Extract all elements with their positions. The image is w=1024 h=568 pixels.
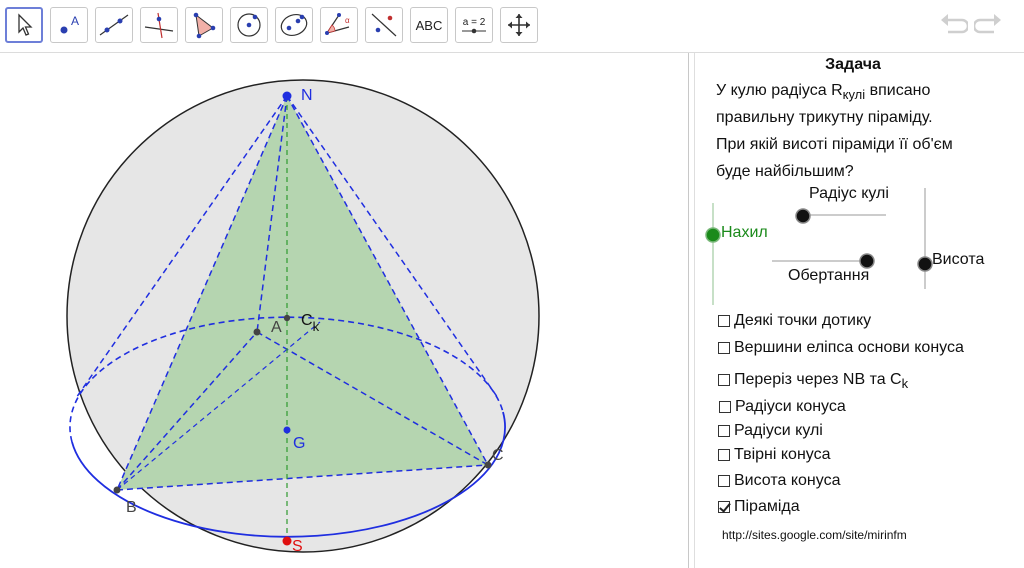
label-S: S [292, 538, 303, 555]
move-arrows-icon [508, 14, 530, 36]
checkbox-cone-height[interactable]: Висота конуса [718, 472, 840, 490]
checkbox-tangent-points[interactable]: Деякі точки дотику [718, 312, 871, 330]
point-B[interactable] [113, 486, 121, 494]
polygon-icon [193, 12, 216, 39]
checkbox-label: Деякі точки дотику [734, 312, 872, 329]
label-N: N [301, 87, 313, 104]
slider-radius-label: Радіус кулі [809, 185, 889, 202]
point-tool-button[interactable]: A [50, 7, 88, 43]
label-G: G [293, 435, 305, 452]
checkbox-box[interactable] [719, 401, 731, 413]
text-tool-label: ABC [415, 17, 443, 33]
task-line-1-pre: У кулю радіуса R [716, 82, 843, 99]
checkbox-box[interactable] [718, 475, 730, 487]
slider-tilt-label: Нахил [721, 224, 768, 241]
point-N[interactable] [282, 91, 292, 101]
task-title: Задача [825, 56, 881, 73]
move-graphics-tool-button[interactable] [500, 7, 538, 43]
checkbox-label: Піраміда [734, 498, 800, 515]
label-A: A [271, 319, 282, 336]
checkbox-sphere-radii[interactable]: Радіуси кулі [718, 422, 823, 440]
slider-radius-knob[interactable] [795, 208, 811, 224]
line-tool-button[interactable] [95, 7, 133, 43]
checkbox-box[interactable] [718, 374, 730, 386]
point-Ck[interactable] [283, 314, 291, 322]
svg-text:A: A [71, 14, 79, 28]
reflect-line-icon [371, 13, 397, 37]
task-line-1-sub: кулі [842, 87, 866, 103]
task-line-4: буде найбільшим? [716, 163, 854, 180]
checkbox-ellipse-vertices[interactable]: Вершини еліпса основи конуса [718, 339, 964, 357]
checkbox-label: Твірні конуса [734, 446, 831, 463]
point-A[interactable] [253, 328, 261, 336]
angle-icon: α [325, 13, 350, 35]
angle-tool-button[interactable]: α [320, 7, 358, 43]
slider-rotation-knob[interactable] [859, 253, 875, 269]
ellipse-tool-button[interactable] [275, 7, 313, 43]
reflect-tool-button[interactable] [365, 7, 403, 43]
label-Ck-base: C [301, 312, 313, 329]
checkbox-box[interactable] [718, 425, 730, 437]
ellipse-icon [280, 14, 308, 36]
checkbox-pyramid[interactable]: Піраміда [718, 498, 800, 516]
point-C[interactable] [484, 461, 492, 469]
perpendicular-line-tool-button[interactable] [140, 7, 178, 43]
graphics-view[interactable]: N A Ck G B C S [0, 53, 688, 568]
controls-panel: Задача У кулю радіуса Rкулі вписано прав… [700, 53, 1024, 568]
checkbox-box[interactable] [718, 449, 730, 461]
checkbox-label: Висота конуса [734, 472, 841, 489]
checkbox-box[interactable] [718, 315, 730, 327]
label-C: C [492, 447, 504, 464]
task-line-1: У кулю радіуса Rкулі вписано [716, 82, 930, 102]
text-tool-button[interactable]: ABC [410, 7, 448, 43]
author-url[interactable]: http://sites.google.com/site/mirinfm [722, 528, 907, 542]
label-Ck-sub: k [313, 319, 320, 334]
checkbox-label-base: Переріз через NB та C [734, 371, 902, 388]
slider-height-label: Висота [932, 251, 985, 268]
checkbox-cone-generators[interactable]: Твірні конуса [718, 446, 831, 464]
checkbox-box[interactable] [718, 342, 730, 354]
checkbox-label: Переріз через NB та Ck [734, 371, 908, 391]
checkbox-label: Радіуси кулі [734, 422, 823, 439]
slider-line-icon [462, 28, 486, 33]
toolbar: A α ABC a = 2 [0, 0, 1024, 53]
move-tool-button[interactable] [5, 7, 43, 43]
line-icon [99, 14, 129, 36]
task-line-2: правильну трикутну піраміду. [716, 109, 933, 126]
polygon-tool-button[interactable] [185, 7, 223, 43]
task-line-1-post: вписано [865, 82, 931, 99]
circle-icon [237, 13, 261, 37]
point-icon: A [60, 14, 79, 34]
slider-height-knob[interactable] [917, 256, 933, 272]
checkbox-label-sub: k [901, 376, 909, 392]
slider-tool-icon: a = 2 [460, 17, 488, 34]
perpendicular-line-icon [144, 12, 174, 39]
view-divider-secondary [694, 53, 695, 568]
slider-rotation-label: Обертання [788, 267, 870, 284]
checkbox-label: Вершини еліпса основи конуса [734, 339, 964, 356]
slider-tool-button[interactable]: a = 2 [455, 7, 493, 43]
view-divider[interactable] [688, 53, 689, 568]
point-G[interactable] [283, 426, 291, 434]
undo-icon[interactable] [938, 12, 968, 40]
redo-icon[interactable] [974, 12, 1004, 40]
circle-tool-button[interactable] [230, 7, 268, 43]
cursor-arrow-icon [18, 13, 33, 36]
task-line-3: При якій висоті піраміди її об'єм [716, 136, 953, 153]
slider-tool-label: a = 2 [462, 16, 486, 28]
label-B: B [126, 499, 137, 516]
point-S[interactable] [282, 536, 292, 546]
checkbox-label: Радіуси конуса [735, 398, 846, 415]
checkbox-section-NB-Ck[interactable]: Переріз через NB та Ck [718, 371, 908, 391]
checkbox-cone-radii[interactable]: Радіуси конуса [719, 398, 846, 416]
svg-text:α: α [345, 16, 350, 25]
slider-tilt-knob[interactable] [705, 227, 721, 243]
checkbox-box[interactable] [718, 501, 730, 513]
